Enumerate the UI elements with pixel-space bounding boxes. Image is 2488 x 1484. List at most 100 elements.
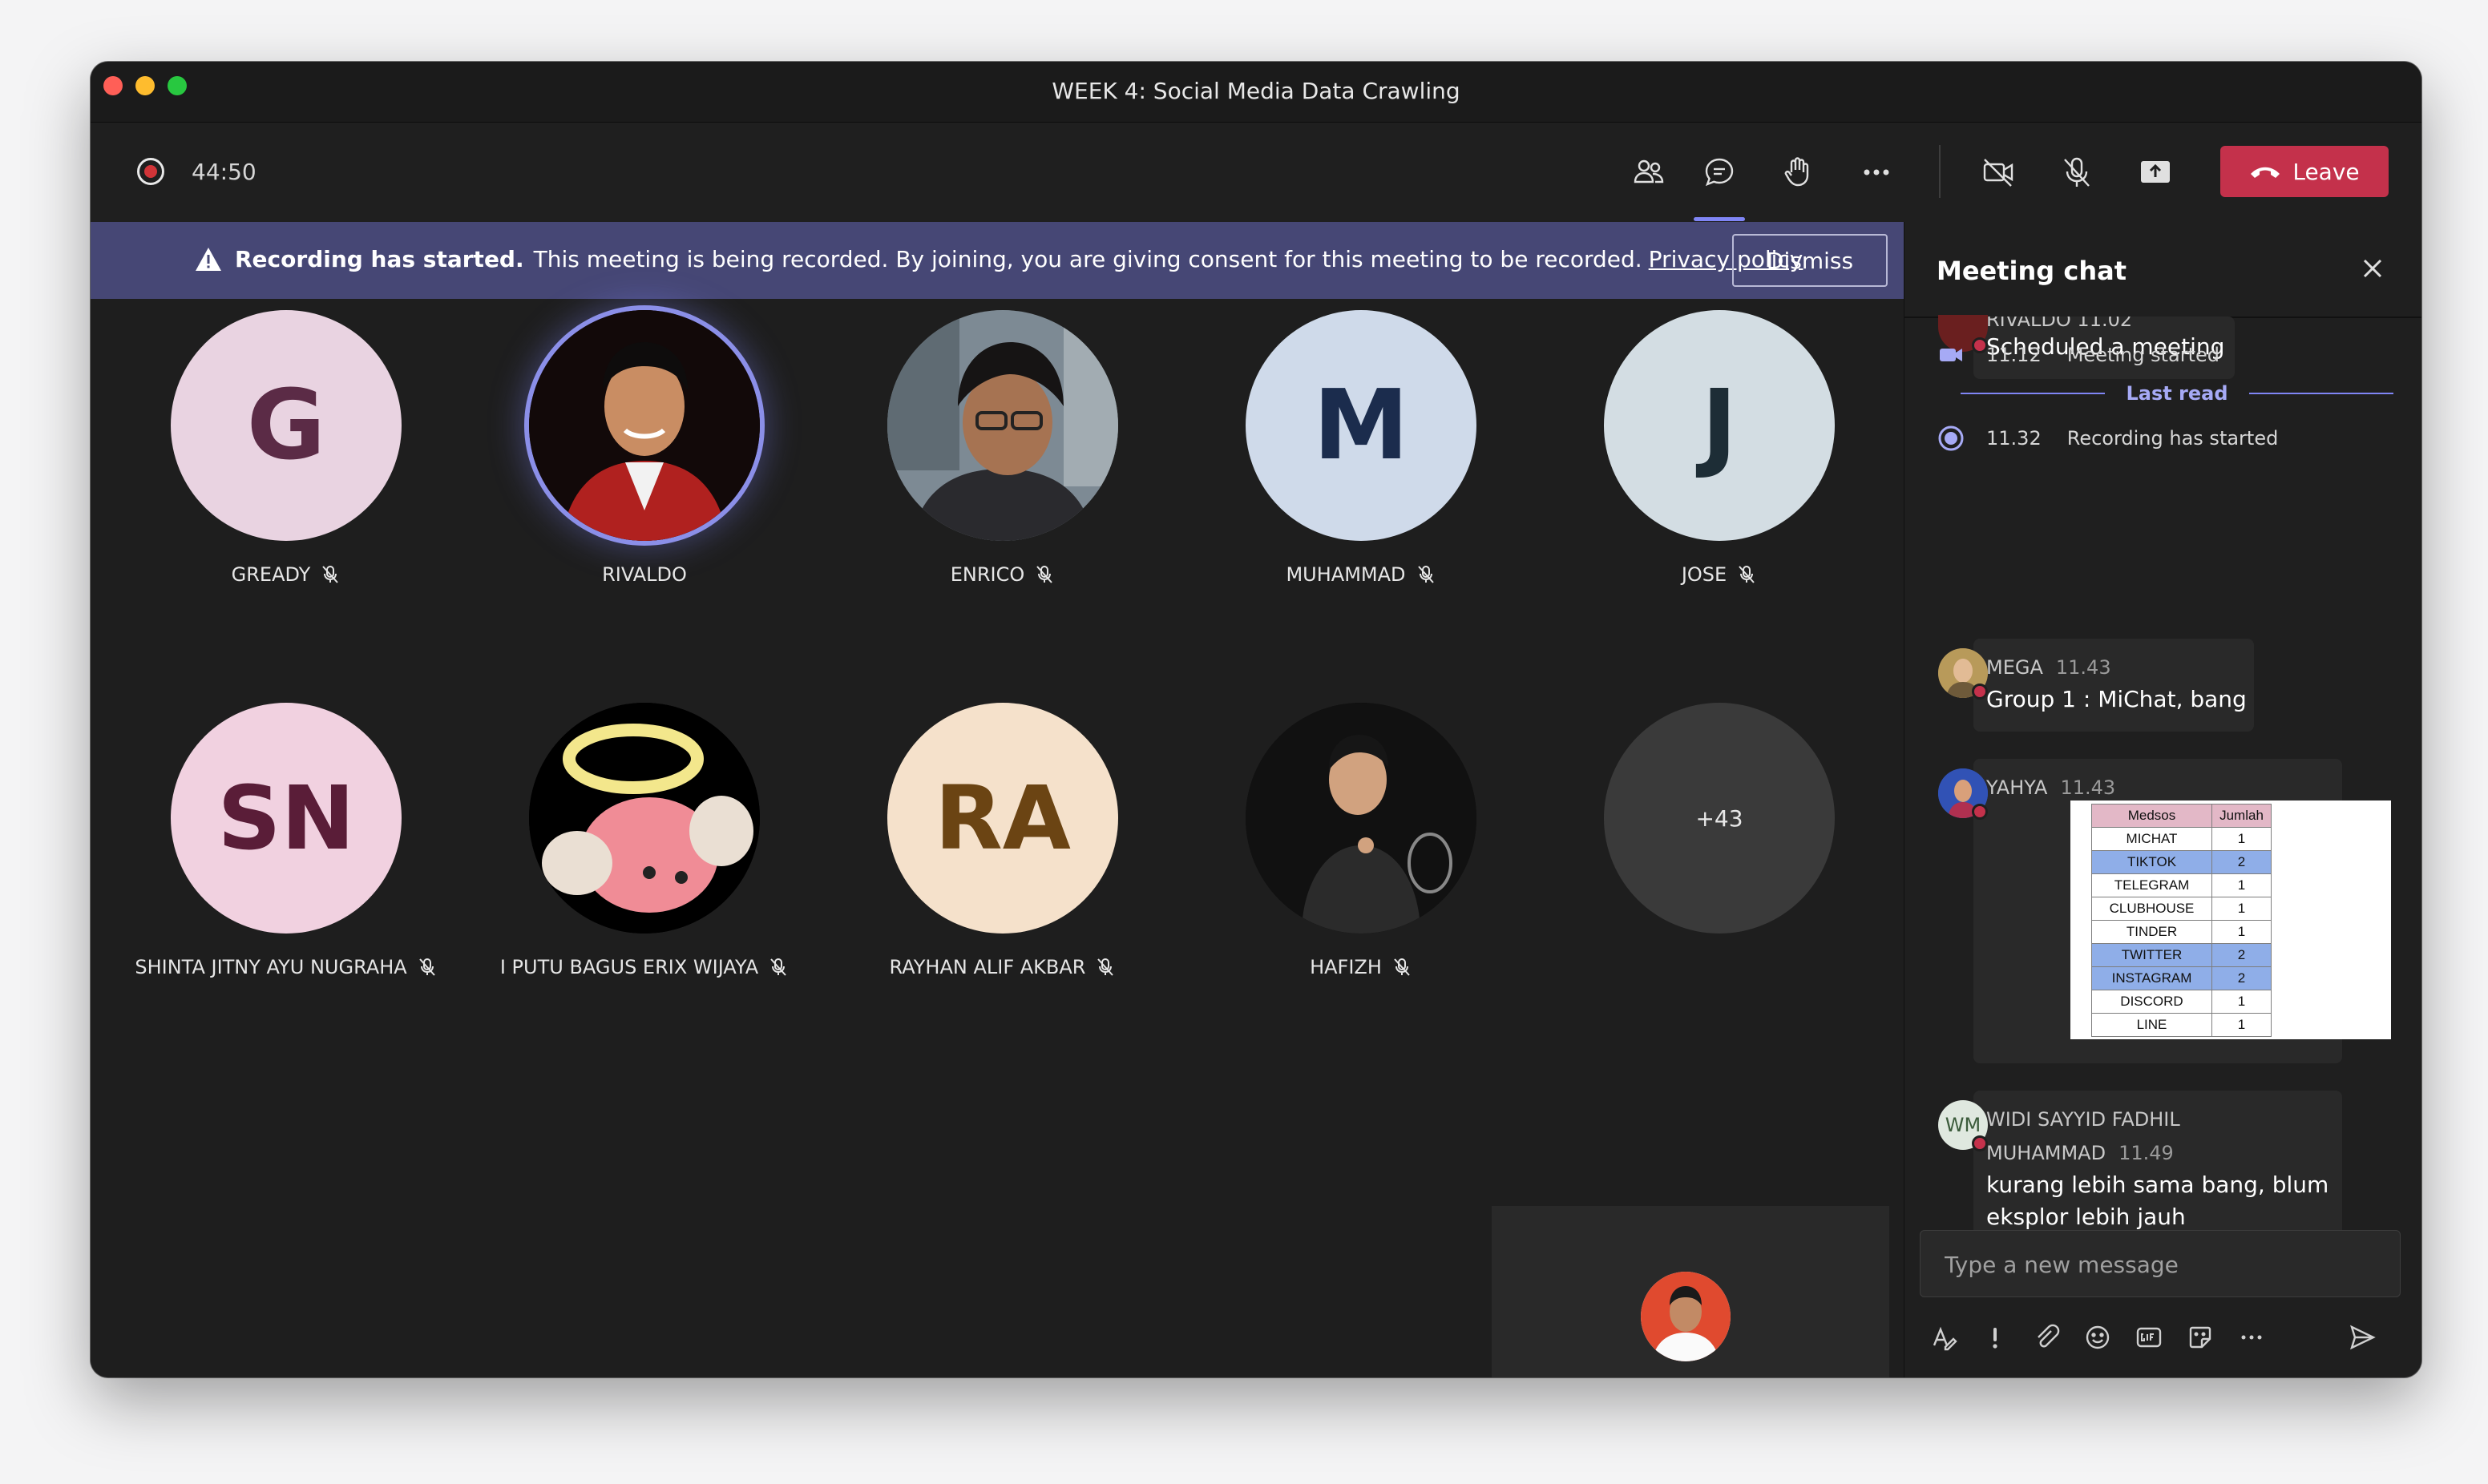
participant-name: ENRICO <box>826 563 1179 586</box>
close-icon[interactable] <box>2358 254 2387 283</box>
camera-toggle-button[interactable] <box>1973 147 2024 198</box>
person-photo <box>1641 1272 1731 1361</box>
participant-name-text: RAYHAN ALIF AKBAR <box>889 956 1086 978</box>
participant-tile-rivaldo[interactable]: RIVALDO <box>468 310 821 599</box>
medsos-table: Medsos Jumlah MICHAT 1 TIKTOK 2 TELEGRAM 1 … <box>2091 804 2272 1037</box>
avatar: RA <box>887 703 1118 934</box>
chat-title: Meeting chat <box>1937 256 2127 286</box>
participant-name-text: HAFIZH <box>1310 956 1382 978</box>
table-cell: DISCORD <box>2091 990 2212 1014</box>
message-composer[interactable] <box>1920 1230 2401 1297</box>
mic-toggle-button[interactable] <box>2051 147 2102 198</box>
system-text: Meeting started <box>2066 344 2220 366</box>
toolbar-divider <box>1939 145 1941 198</box>
participant-name: HAFIZH <box>1185 956 1537 978</box>
table-row: INSTAGRAM 2 <box>2091 966 2272 990</box>
participant-tile-enrico[interactable]: ENRICO <box>826 310 1179 599</box>
exclamation-icon <box>1993 1328 1997 1349</box>
avatar <box>887 310 1118 541</box>
table-row: CLUBHOUSE 1 <box>2091 897 2272 921</box>
important-button[interactable] <box>1977 1320 2013 1355</box>
recording-indicator-icon <box>137 158 164 185</box>
avatar <box>1246 703 1476 934</box>
self-view <box>1492 1206 1889 1377</box>
message-meta: MEGA 11.43 <box>1986 656 2111 679</box>
participant-name-text: JOSE <box>1681 563 1727 586</box>
mic-off-icon <box>1097 958 1114 976</box>
recording-banner: Recording has started. This meeting is be… <box>91 222 1904 299</box>
participant-tile-gready[interactable]: G GREADY <box>110 310 462 599</box>
share-screen-button[interactable] <box>2130 147 2181 198</box>
avatar: M <box>1246 310 1476 541</box>
participant-name-text: ENRICO <box>950 563 1025 586</box>
table-row: TWITTER 2 <box>2091 943 2272 967</box>
mic-off-icon <box>1036 566 1053 583</box>
dismiss-button[interactable]: Dismiss <box>1732 234 1888 287</box>
system-message: 11.12 Meeting started <box>1937 341 2219 369</box>
self-avatar <box>1641 1272 1731 1361</box>
table-row: MICHAT 1 <box>2091 827 2272 851</box>
gif-button[interactable] <box>2131 1320 2167 1355</box>
attach-button[interactable] <box>2029 1320 2064 1355</box>
raise-hand-button[interactable] <box>1772 147 1824 198</box>
busy-status-icon <box>1972 684 1988 700</box>
message-time: 11.49 <box>2118 1142 2174 1164</box>
format-icon <box>1933 1326 1957 1351</box>
table-cell: 1 <box>2211 1013 2272 1037</box>
camera-off-icon <box>1983 159 2013 187</box>
teams-window: WEEK 4: Social Media Data Crawling 44:50 <box>91 62 2421 1377</box>
message-meta: WIDI SAYYID FADHIL MUHAMMAD 11.49 <box>1986 1108 2180 1164</box>
participant-name: JOSE <box>1543 563 1896 586</box>
person-photo <box>887 310 1118 541</box>
more-participants-tile[interactable]: +43 <box>1543 703 1896 943</box>
message-text-line: eksplor lebih jauh <box>1986 1204 2186 1230</box>
emoji-button[interactable] <box>2080 1320 2115 1355</box>
sender-name: WIDI SAYYID FADHIL <box>1986 1108 2180 1131</box>
participant-name-text: SHINTA JITNY AYU NUGRAHA <box>135 956 407 978</box>
table-cell: LINE <box>2091 1013 2212 1037</box>
participant-tile-jose[interactable]: J JOSE <box>1543 310 1896 599</box>
mic-off-icon <box>1417 566 1434 583</box>
system-time: 11.12 <box>1986 344 2042 366</box>
table-cell: 1 <box>2211 920 2272 944</box>
table-cell: TELEGRAM <box>2091 873 2212 897</box>
send-button[interactable] <box>2345 1320 2380 1355</box>
table-cell: CLUBHOUSE <box>2091 897 2212 921</box>
chat-message: MEGA 11.43 Group 1 : MiChat, bang <box>1973 639 2254 732</box>
participant-tile-rayhan[interactable]: RA RAYHAN ALIF AKBAR <box>826 703 1179 991</box>
table-cell: 2 <box>2211 850 2272 874</box>
message-time: 11.43 <box>2055 656 2111 679</box>
avatar: SN <box>171 703 402 934</box>
format-button[interactable] <box>1926 1320 1961 1355</box>
message-input[interactable] <box>1945 1247 2377 1282</box>
raise-hand-icon <box>1784 157 1809 187</box>
more-actions-button[interactable] <box>1851 147 1902 198</box>
chat-message: WIDI SAYYID FADHIL MUHAMMAD 11.49 kurang … <box>1973 1091 2342 1248</box>
warning-icon <box>196 248 221 271</box>
participant-tile-hafizh[interactable]: HAFIZH <box>1185 703 1537 991</box>
shared-table-image[interactable]: Medsos Jumlah MICHAT 1 TIKTOK 2 TELEGRAM 1 … <box>2070 800 2391 1039</box>
table-row: LINE 1 <box>2091 1013 2272 1037</box>
participants-button[interactable] <box>1623 147 1674 198</box>
window-title: WEEK 4: Social Media Data Crawling <box>1052 78 1460 104</box>
participant-tile-putu[interactable]: I PUTU BAGUS ERIX WIJAYA <box>468 703 821 991</box>
last-read-divider: Last read <box>1961 382 2393 405</box>
more-icon <box>2241 1335 2262 1340</box>
avatar: G <box>171 310 402 541</box>
participant-tile-muhammad[interactable]: M MUHAMMAD <box>1185 310 1537 599</box>
title-bar: WEEK 4: Social Media Data Crawling <box>91 62 2421 123</box>
leave-button[interactable]: Leave <box>2220 146 2389 197</box>
more-options-button[interactable] <box>2234 1320 2269 1355</box>
last-read-label: Last read <box>2126 382 2228 405</box>
divider-line <box>1961 393 2106 394</box>
sender-name-line2: MUHAMMAD 11.49 <box>1986 1142 2180 1164</box>
avatar <box>529 310 760 541</box>
message-time: 11.43 <box>2060 776 2116 799</box>
overflow-count: +43 <box>1604 703 1835 934</box>
participant-name: MUHAMMAD <box>1185 563 1537 586</box>
participant-name: GREADY <box>110 563 462 586</box>
sticker-button[interactable] <box>2183 1320 2218 1355</box>
participant-tile-shinta[interactable]: SN SHINTA JITNY AYU NUGRAHA <box>110 703 462 991</box>
chat-button[interactable] <box>1694 147 1745 198</box>
banner-text: Recording has started. This meeting is be… <box>235 246 1803 272</box>
